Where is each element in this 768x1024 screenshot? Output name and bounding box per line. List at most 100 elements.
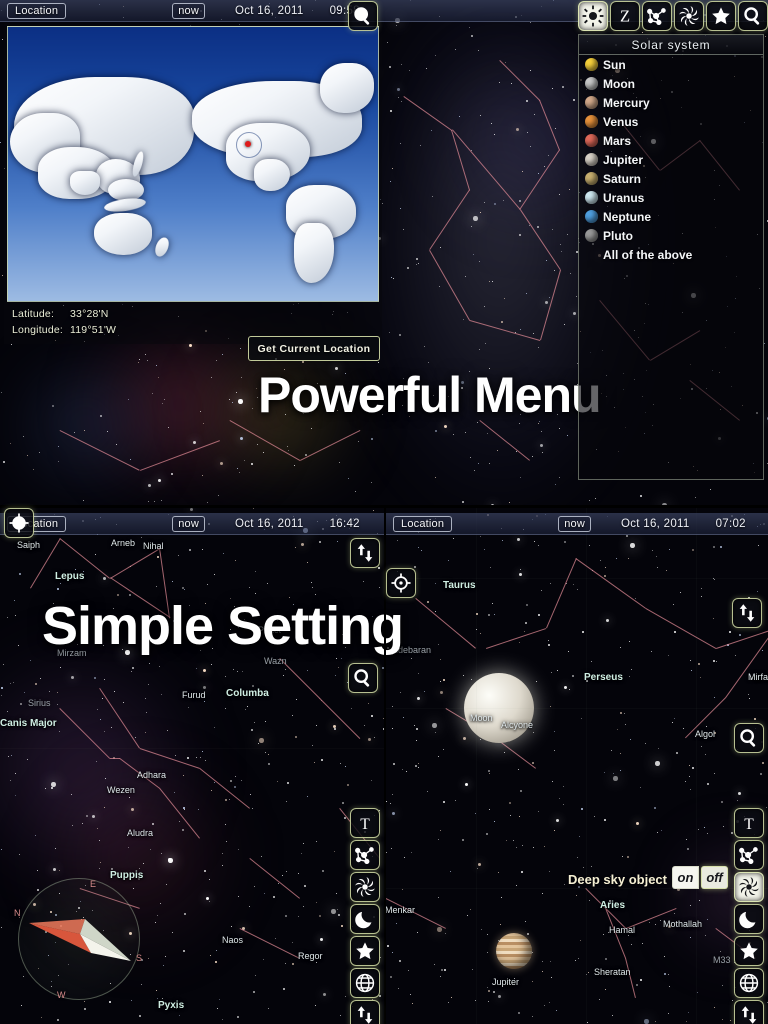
sky-label[interactable]: Nihal: [143, 541, 164, 551]
solar-system-item-uranus[interactable]: Uranus: [579, 188, 763, 207]
updown-arrows-icon-button[interactable]: [350, 1000, 380, 1024]
moon-icon-button[interactable]: [734, 904, 764, 934]
sky-label[interactable]: Wazn: [264, 656, 287, 666]
solar-system-item-mercury[interactable]: Mercury: [579, 93, 763, 112]
solar-system-item-sun[interactable]: Sun: [579, 55, 763, 74]
sky-label[interactable]: Arneb: [111, 538, 135, 548]
latitude-label: Latitude:: [12, 308, 55, 320]
updown-arrows-icon-button-topmid[interactable]: [350, 538, 380, 568]
sky-label[interactable]: Lepus: [55, 571, 84, 582]
compass-target-icon-button-topleft[interactable]: [4, 508, 34, 538]
star-icon-button[interactable]: [734, 936, 764, 966]
zodiac-z-icon-button[interactable]: Z: [610, 1, 640, 31]
sky-label[interactable]: Canis Major: [0, 718, 57, 729]
sky-label[interactable]: Pyxis: [158, 1000, 184, 1011]
time-display-br[interactable]: 07:02: [716, 518, 746, 530]
location-button-br[interactable]: Location: [393, 515, 453, 532]
solar-system-item-neptune[interactable]: Neptune: [579, 207, 763, 226]
location-dialog: Latitude: 33°28'N Longitude: 119°51'W Ge…: [4, 24, 382, 361]
search-icon-button-top-toolbar[interactable]: [738, 1, 768, 31]
sun-icon-button[interactable]: [578, 1, 608, 31]
solar-system-item-moon[interactable]: Moon: [579, 74, 763, 93]
deep-sky-object-toggle[interactable]: on off: [672, 866, 728, 889]
bottom-left-vertical-toolbar: T: [350, 808, 380, 1024]
constellation-icon-button[interactable]: [734, 840, 764, 870]
sky-label[interactable]: Naos: [222, 935, 243, 945]
solar-system-item-mars[interactable]: Mars: [579, 131, 763, 150]
planet-dot-icon: [585, 115, 598, 128]
constellation-icon-button-top[interactable]: [642, 1, 672, 31]
date-display[interactable]: Oct 16, 2011: [235, 5, 304, 17]
sky-label[interactable]: M33: [713, 955, 731, 965]
headline-powerful-menu: Powerful Menu: [258, 367, 602, 423]
sky-label[interactable]: Aries: [600, 900, 625, 911]
deep-sky-toggle-off[interactable]: off: [701, 866, 728, 889]
solar-system-item-venus[interactable]: Venus: [579, 112, 763, 131]
search-icon-button-bl[interactable]: [348, 663, 378, 693]
sky-label[interactable]: Wezen: [107, 785, 135, 795]
planet-dot-icon: [585, 210, 598, 223]
globe-grid-icon-button[interactable]: [350, 968, 380, 998]
solar-system-all-option[interactable]: All of the above: [579, 245, 763, 264]
location-button[interactable]: Location: [7, 2, 67, 19]
headline-simple-setting: Simple Setting: [42, 596, 404, 656]
sky-label[interactable]: Hamal: [609, 925, 635, 935]
galaxy-icon-button[interactable]: [350, 872, 380, 902]
compass-north-label: N: [14, 908, 21, 918]
sky-label[interactable]: Jupiter: [492, 977, 519, 987]
sky-label[interactable]: Algol: [695, 729, 715, 739]
search-icon-button-top[interactable]: [348, 1, 378, 31]
compass-south-label: S: [136, 953, 143, 963]
text-labels-icon-button[interactable]: T: [350, 808, 380, 838]
sky-label[interactable]: Mirfak: [748, 672, 768, 682]
solar-system-item-label: Mars: [603, 133, 632, 148]
deep-sky-toggle-on[interactable]: on: [672, 866, 699, 889]
now-button-bl[interactable]: now: [172, 515, 205, 532]
now-button-br[interactable]: now: [558, 515, 591, 532]
compass-target-icon-button-topmid2[interactable]: [386, 568, 416, 598]
sky-label[interactable]: Menkar: [385, 905, 415, 915]
galaxy-icon-button-top[interactable]: [674, 1, 704, 31]
sky-label[interactable]: Mothallah: [663, 919, 702, 929]
sky-label[interactable]: Alcyone: [501, 720, 533, 730]
sky-label[interactable]: Adhara: [137, 770, 166, 780]
sky-label[interactable]: Taurus: [443, 580, 476, 591]
now-button[interactable]: now: [172, 2, 205, 19]
sky-label[interactable]: Sirius: [28, 698, 51, 708]
galaxy-icon-button[interactable]: [734, 872, 764, 902]
star-icon-button-top[interactable]: [706, 1, 736, 31]
globe-grid-icon-button[interactable]: [734, 968, 764, 998]
solar-system-item-saturn[interactable]: Saturn: [579, 169, 763, 188]
sky-label[interactable]: Regor: [298, 951, 323, 961]
star-icon-button[interactable]: [350, 936, 380, 966]
solar-system-menu: Solar system Sun Moon Mercury Venus Mars Jupi…: [578, 34, 764, 480]
sky-label[interactable]: Puppis: [110, 870, 143, 881]
solar-system-item-jupiter[interactable]: Jupiter: [579, 150, 763, 169]
moon-icon-button[interactable]: [350, 904, 380, 934]
sky-label[interactable]: Aludra: [127, 828, 153, 838]
jupiter-object[interactable]: [496, 933, 532, 969]
text-labels-icon-button[interactable]: T: [734, 808, 764, 838]
planet-dot-icon: [585, 191, 598, 204]
sky-label[interactable]: Saiph: [17, 540, 40, 550]
longitude-value: 119°51'W: [70, 324, 117, 336]
world-map[interactable]: [7, 26, 379, 302]
svg-text:T: T: [360, 816, 370, 833]
sky-label[interactable]: Columba: [226, 688, 269, 699]
get-current-location-button[interactable]: Get Current Location: [248, 336, 380, 361]
sky-label[interactable]: Furud: [182, 690, 206, 700]
sky-label[interactable]: Sheratan: [594, 967, 631, 977]
bottom-left-panel-sky: N E S W: [0, 508, 384, 1024]
bottom-right-vertical-toolbar: T: [734, 808, 764, 1024]
date-display-bl[interactable]: Oct 16, 2011: [235, 518, 304, 530]
sky-label[interactable]: Moon: [470, 713, 493, 723]
search-icon-button-br[interactable]: [734, 723, 764, 753]
sky-label[interactable]: Perseus: [584, 672, 623, 683]
updown-arrows-icon-button-topright[interactable]: [732, 598, 762, 628]
updown-arrows-icon-button[interactable]: [734, 1000, 764, 1024]
time-display-bl[interactable]: 16:42: [330, 518, 360, 530]
constellation-icon-button[interactable]: [350, 840, 380, 870]
solar-system-item-pluto[interactable]: Pluto: [579, 226, 763, 245]
date-display-br[interactable]: Oct 16, 2011: [621, 518, 690, 530]
solar-system-item-label: Pluto: [603, 228, 633, 243]
